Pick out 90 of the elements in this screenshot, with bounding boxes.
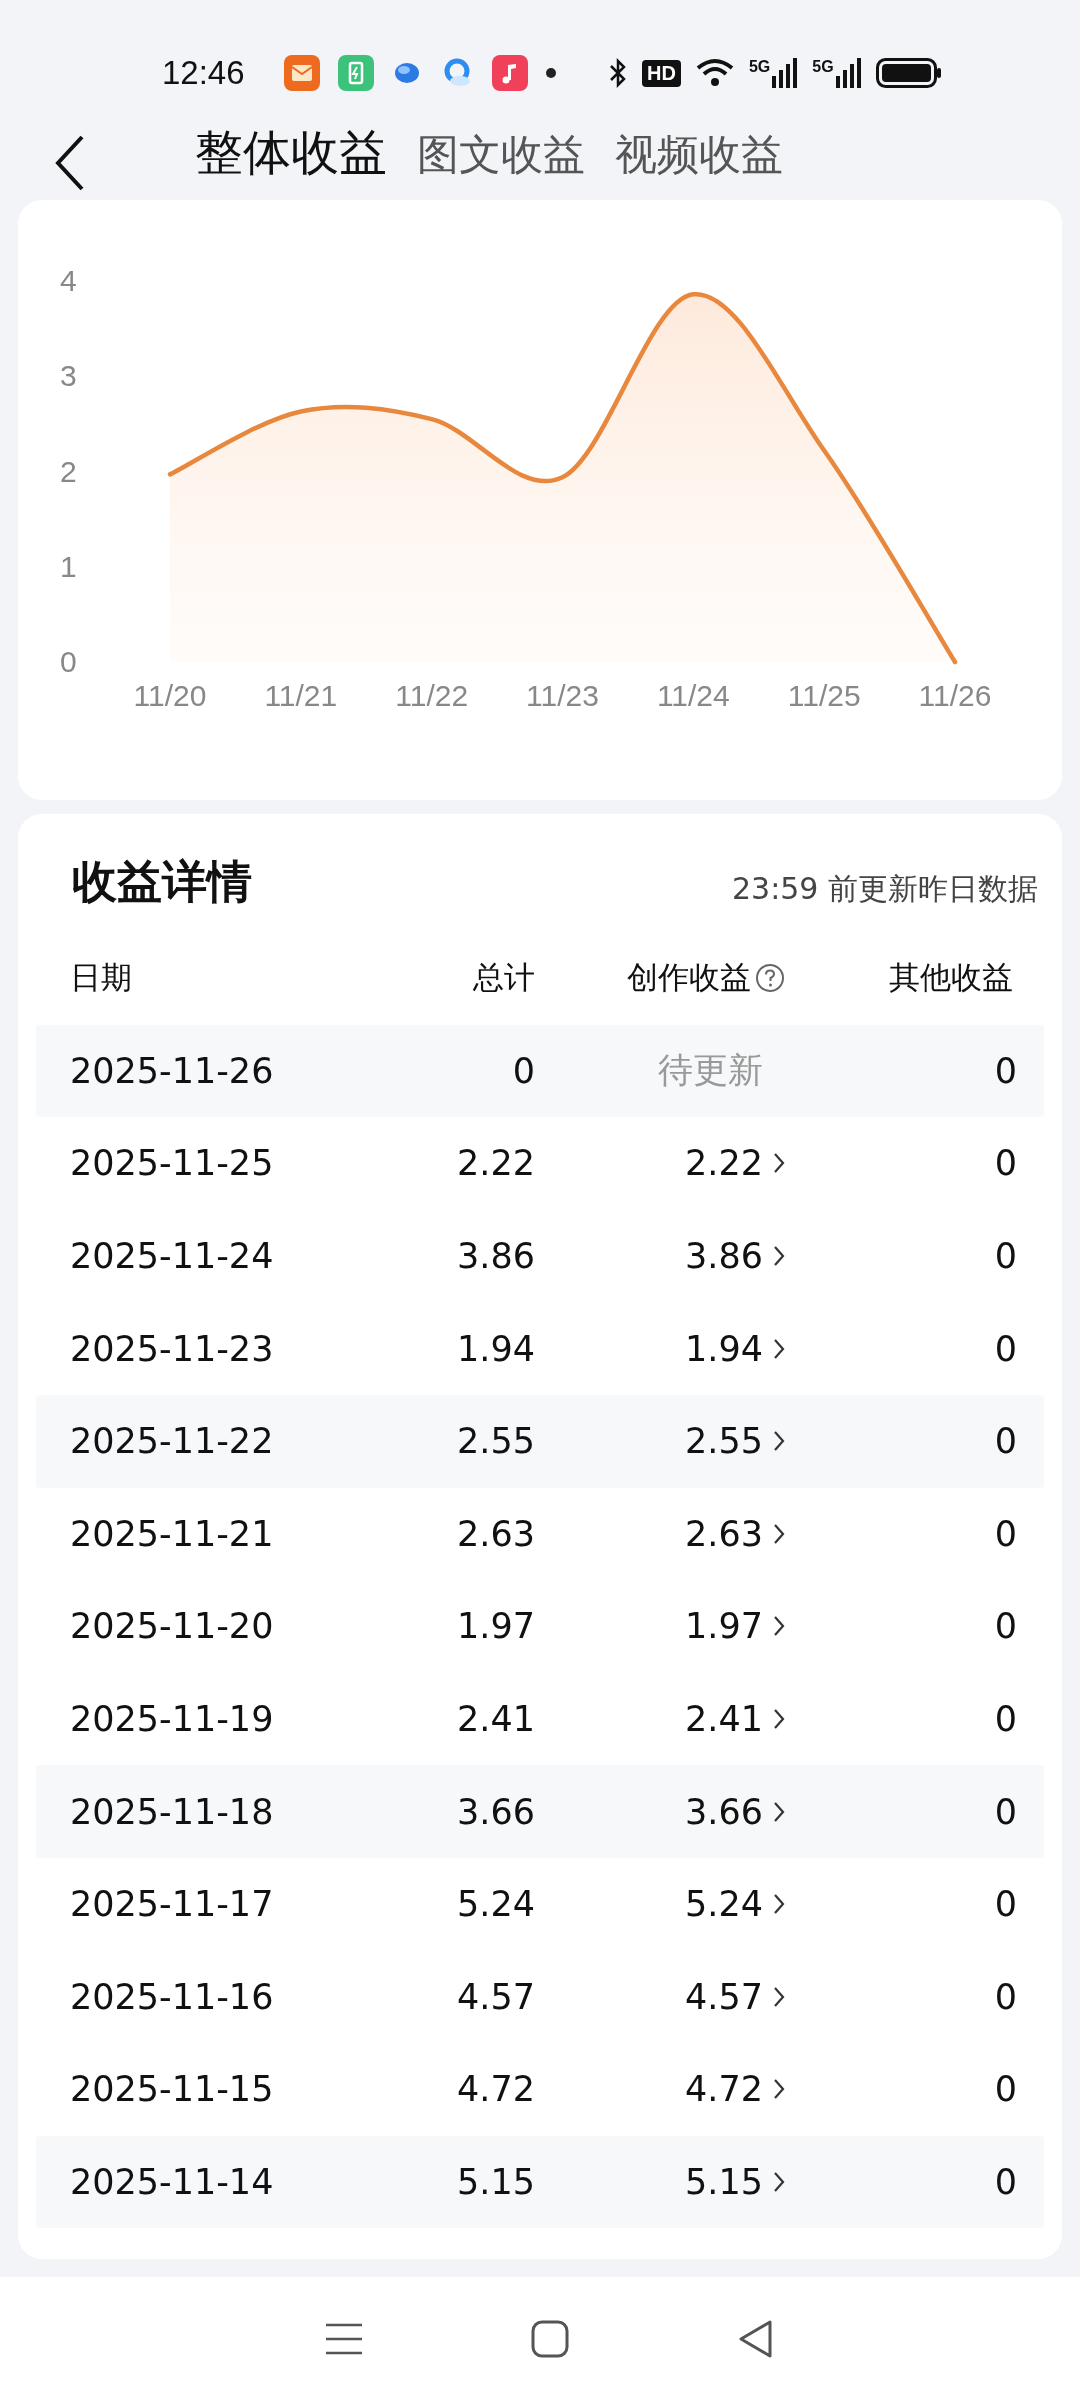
table-cell-text: 2.41 [456, 1699, 535, 1740]
x-axis-label: 11/22 [395, 679, 469, 712]
table-cell-text: 0 [993, 1236, 1017, 1277]
section-title: 收益详情 [72, 854, 252, 910]
table-cell-text: 2.55 [456, 1421, 535, 1462]
table-cell-text: 1.97 [456, 1606, 535, 1647]
table-cell-text: 2025-11-22 [69, 1421, 275, 1462]
chevron-icon[interactable] [773, 2170, 785, 2194]
dot-icon [546, 68, 556, 78]
y-axis-label: 1 [60, 549, 77, 583]
y-axis-label: 0 [60, 645, 77, 678]
tab[interactable]: 整体收益 [195, 121, 387, 185]
table-cell-text: 1.94 [456, 1328, 535, 1369]
x-axis-label: 11/20 [133, 679, 207, 712]
table-cell-text: 2025-11-16 [69, 1976, 275, 2017]
tab[interactable]: 图文收益 [417, 127, 585, 183]
table-cell-text: 0 [993, 1050, 1017, 1091]
table-cell-text: 3.86 [456, 1236, 535, 1277]
table-cell-text: 4.72 [456, 2069, 535, 2110]
x-axis-label: 11/24 [656, 679, 730, 712]
home-icon[interactable] [531, 2319, 569, 2358]
y-axis-label: 3 [60, 359, 77, 393]
table-cell[interactable]: 1.94 [685, 1328, 763, 1369]
x-axis-label: 11/26 [918, 679, 992, 712]
battery-app-icon [338, 55, 374, 91]
table-cell-text: 2025-11-17 [69, 1884, 275, 1925]
x-axis-label: 11/23 [526, 679, 599, 712]
table-cell-text: 0 [993, 1884, 1017, 1925]
table-cell-text: 0 [993, 1143, 1017, 1184]
table-cell[interactable]: 2.63 [685, 1513, 763, 1554]
table-cell-text: 3.66 [456, 1791, 535, 1832]
table-cell-text: 5.24 [456, 1884, 535, 1925]
table-cell[interactable]: 1.97 [685, 1606, 763, 1647]
table-cell[interactable]: 5.15 [685, 2162, 763, 2202]
table-cell-text: 2025-11-21 [69, 1513, 275, 1554]
hd-badge: HD [642, 59, 681, 87]
table-cell-text: 2.22 [456, 1143, 535, 1184]
table-cell-text: 0 [993, 2069, 1017, 2110]
table-cell-text: 5.15 [456, 2162, 535, 2202]
column-header: 其他收益 [888, 958, 1013, 998]
table-cell-text: 2025-11-25 [69, 1143, 275, 1184]
table-cell-text: 0 [993, 1976, 1017, 2017]
x-axis-label: 11/21 [264, 679, 338, 712]
table-cell-text: 0 [511, 1050, 535, 1091]
table-cell[interactable]: 3.86 [685, 1236, 763, 1277]
x-axis-label: 11/25 [787, 679, 861, 712]
table-cell-text: 2025-11-20 [69, 1606, 275, 1647]
table-cell-text: 0 [993, 1513, 1017, 1554]
y-axis-label: 2 [60, 454, 77, 488]
bluetooth-icon [608, 57, 628, 89]
table-cell-text: 0 [993, 1791, 1017, 1832]
table-cell-text: 2025-11-18 [69, 1791, 275, 1832]
table-cell[interactable]: 4.72 [685, 2069, 763, 2110]
table-cell[interactable]: 2.22 [685, 1143, 763, 1184]
table-cell[interactable]: 2.55 [685, 1421, 763, 1462]
signal-icon [772, 58, 799, 88]
table-cell[interactable]: 3.66 [685, 1791, 763, 1832]
table-cell-text: 0 [993, 1699, 1017, 1740]
music-app-icon [492, 55, 528, 91]
table-cell[interactable]: 4.57 [685, 1976, 763, 2017]
network-label: 5G [812, 58, 834, 76]
table-cell-text: 0 [993, 2162, 1017, 2202]
update-note: 23:59 前更新昨日数据 [732, 869, 1038, 908]
battery-icon [875, 58, 942, 88]
column-header: 总计 [472, 958, 535, 998]
table-cell-text: 待更新 [658, 1049, 763, 1093]
tab[interactable]: 视频收益 [615, 127, 783, 183]
column-header: 创作收益 [627, 958, 751, 998]
table-cell[interactable]: 5.24 [685, 1884, 763, 1925]
table-cell-text: 2025-11-14 [69, 2162, 275, 2202]
table-cell[interactable]: 2.41 [685, 1699, 763, 1740]
y-axis-label: 4 [60, 264, 77, 297]
envelope-app-icon [284, 55, 320, 91]
status-time: 12:46 [162, 54, 246, 92]
table-cell-text: 2025-11-23 [69, 1328, 275, 1369]
help-icon[interactable] [755, 963, 785, 994]
back-icon[interactable] [55, 135, 85, 191]
table-cell-text: 2.63 [456, 1513, 535, 1554]
table-cell-text: 0 [993, 1606, 1017, 1647]
table-cell-text: 2025-11-26 [69, 1050, 275, 1091]
table-cell-text: 4.57 [456, 1976, 535, 2017]
table-cell-text: 0 [993, 1421, 1017, 1462]
table-cell-text: 2025-11-15 [69, 2069, 275, 2110]
signal-icon [835, 58, 862, 88]
wifi-icon [694, 57, 735, 89]
column-header: 日期 [69, 958, 133, 998]
table-cell-text: 2025-11-24 [69, 1236, 275, 1277]
network-label: 5G [748, 58, 771, 76]
table-cell-text: 0 [993, 1328, 1017, 1369]
table-cell-text: 2025-11-19 [69, 1699, 275, 1740]
